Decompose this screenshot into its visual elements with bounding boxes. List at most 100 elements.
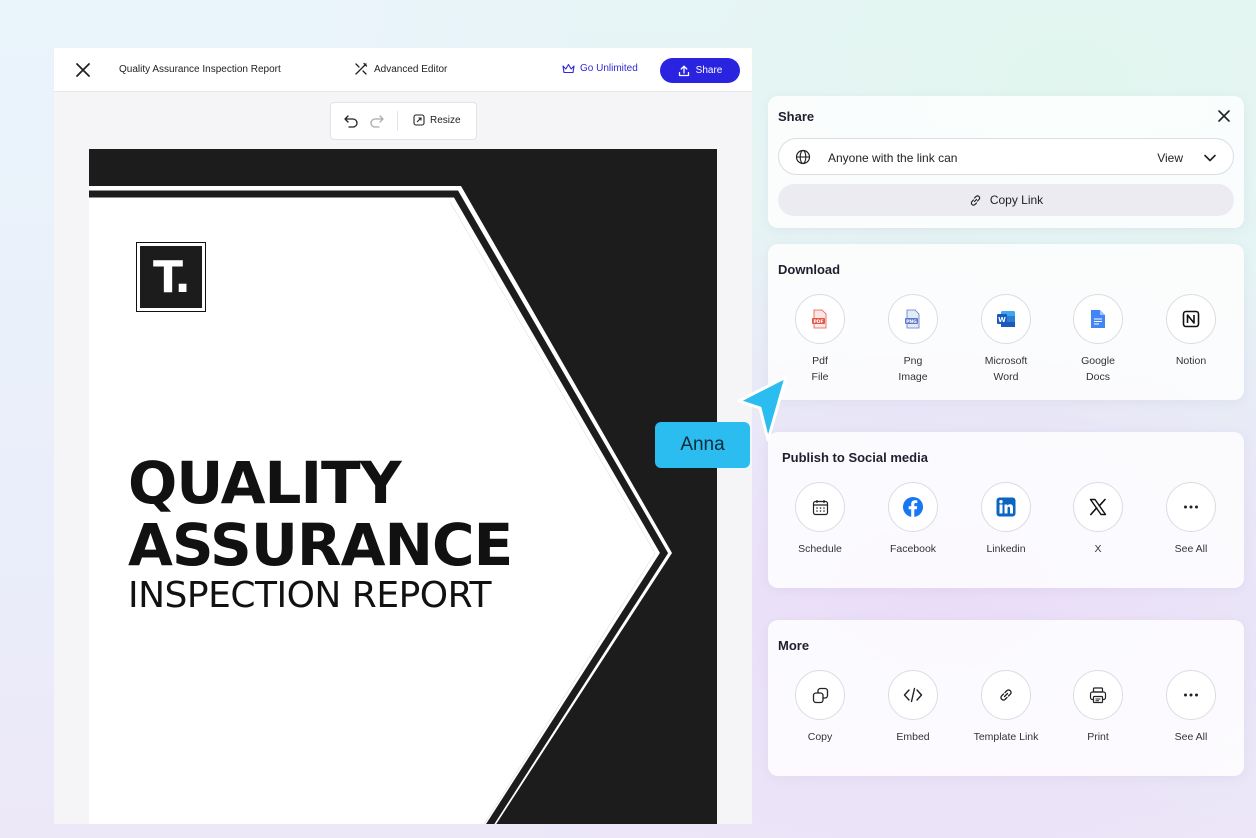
template-link-circle [981,670,1031,720]
linkedin-icon [996,497,1016,517]
download-pdf-option[interactable]: PDF Pdf File [775,294,865,385]
facebook-icon [903,497,923,517]
cover-subtitle: INSPECTION REPORT [128,575,492,616]
linkedin-circle [981,482,1031,532]
more-dots-icon [1184,693,1198,697]
printer-icon [1089,686,1107,703]
embed-option[interactable]: Embed [868,670,958,745]
print-label: Print [1087,731,1109,743]
document-cover-page[interactable]: T. QUALITY ASSURANCE INSPECTION REPORT [89,149,717,824]
template-link-label: Template Link [973,731,1039,743]
upload-icon [678,65,689,76]
cover-title-line-2: ASSURANCE [128,511,513,579]
advanced-editor-label: Advanced Editor [374,63,448,75]
download-panel: Download PDF Pdf File PNG Png Image W Mi… [768,244,1244,400]
embed-circle [888,670,938,720]
code-icon [903,687,923,703]
x-circle [1073,482,1123,532]
close-icon[interactable] [74,61,92,79]
copy-option[interactable]: Copy [775,670,865,745]
close-icon[interactable] [1216,108,1232,124]
more-see-all-label: See All [1174,731,1208,743]
canvas-toolbar: Resize [330,102,477,140]
undo-icon[interactable] [343,113,359,129]
facebook-circle [888,482,938,532]
more-panel-title: More [778,638,810,653]
chevron-down-icon [1204,154,1216,162]
download-notion-circle [1166,294,1216,344]
toolbar-divider [397,111,398,131]
download-google-docs-line1: Google [1081,355,1115,367]
download-pdf-circle: PDF [795,294,845,344]
social-see-all-label: See All [1174,543,1208,555]
png-image-icon: PNG [905,309,920,329]
cover-title-line-1: QUALITY [128,449,402,517]
microsoft-word-icon: W [997,311,1015,327]
download-pdf-line1: Pdf [812,355,828,367]
share-button[interactable]: Share [660,58,740,83]
globe-icon [795,149,811,165]
collaborator-name: Anna [680,434,725,455]
collaborator-name-tag: Anna [655,422,750,468]
download-panel-title: Download [778,262,841,277]
link-icon [1000,689,1012,701]
copy-link-button[interactable]: Copy Link [778,184,1234,216]
social-see-all-circle [1166,482,1216,532]
copy-link-label: Copy Link [989,193,1044,207]
linkedin-option[interactable]: Linkedin [961,482,1051,557]
x-icon [1089,498,1107,516]
link-access-text: Anyone with the link can [828,151,958,165]
link-access-dropdown[interactable]: Anyone with the link can View [778,138,1234,175]
share-panel: Share Anyone with the link can View Copy… [768,96,1244,228]
google-docs-icon [1091,310,1105,328]
x-option[interactable]: X [1053,482,1143,557]
editor-topbar: Quality Assurance Inspection Report Adva… [54,48,752,92]
linkedin-label: Linkedin [986,543,1026,555]
svg-text:PNG: PNG [906,319,917,325]
embed-label: Embed [896,731,930,743]
more-see-all-circle [1166,670,1216,720]
social-options: Schedule Facebook Linkedin X See All [768,482,1244,582]
download-png-line1: Png [903,355,923,367]
editor-window: Quality Assurance Inspection Report Adva… [54,48,752,824]
go-unlimited-button[interactable]: Go Unlimited [562,63,638,74]
link-icon [970,194,980,206]
document-title: Quality Assurance Inspection Report [119,64,281,75]
more-dots-icon [1184,505,1198,509]
facebook-option[interactable]: Facebook [868,482,958,557]
advanced-editor-button[interactable]: Advanced Editor [354,62,447,76]
social-see-all-option[interactable]: See All [1146,482,1236,557]
brand-logo: T. [136,242,206,312]
svg-text:PDF: PDF [813,319,823,325]
x-label: X [1094,543,1102,555]
copy-icon [812,687,828,703]
copy-label: Copy [807,731,833,743]
redo-icon[interactable] [369,113,385,129]
download-notion-label: Notion [1175,355,1207,367]
schedule-circle [795,482,845,532]
download-png-option[interactable]: PNG Png Image [868,294,958,385]
download-options: PDF Pdf File PNG Png Image W Microsoft W… [768,294,1244,394]
download-google-docs-option[interactable]: Google Docs [1053,294,1143,385]
resize-button[interactable]: Resize [413,114,461,126]
download-png-line2: Image [898,371,928,383]
more-options: Copy Embed Template Link Print See All [768,670,1244,770]
schedule-label: Schedule [798,543,842,555]
calendar-icon [812,499,828,515]
tools-icon [355,62,368,75]
download-notion-option[interactable]: Notion [1146,294,1236,369]
print-option[interactable]: Print [1053,670,1143,745]
share-panel-title: Share [778,109,815,124]
resize-label: Resize [430,114,461,126]
template-link-option[interactable]: Template Link [961,670,1051,745]
social-panel: Publish to Social media Schedule Faceboo [768,432,1244,588]
more-see-all-option[interactable]: See All [1146,670,1236,745]
download-google-docs-line2: Docs [1086,371,1110,383]
resize-icon [413,114,425,126]
permission-value: View [1157,151,1183,165]
download-word-option[interactable]: W Microsoft Word [961,294,1051,385]
schedule-option[interactable]: Schedule [775,482,865,557]
print-circle [1073,670,1123,720]
download-google-docs-circle [1073,294,1123,344]
svg-text:W: W [998,316,1006,324]
